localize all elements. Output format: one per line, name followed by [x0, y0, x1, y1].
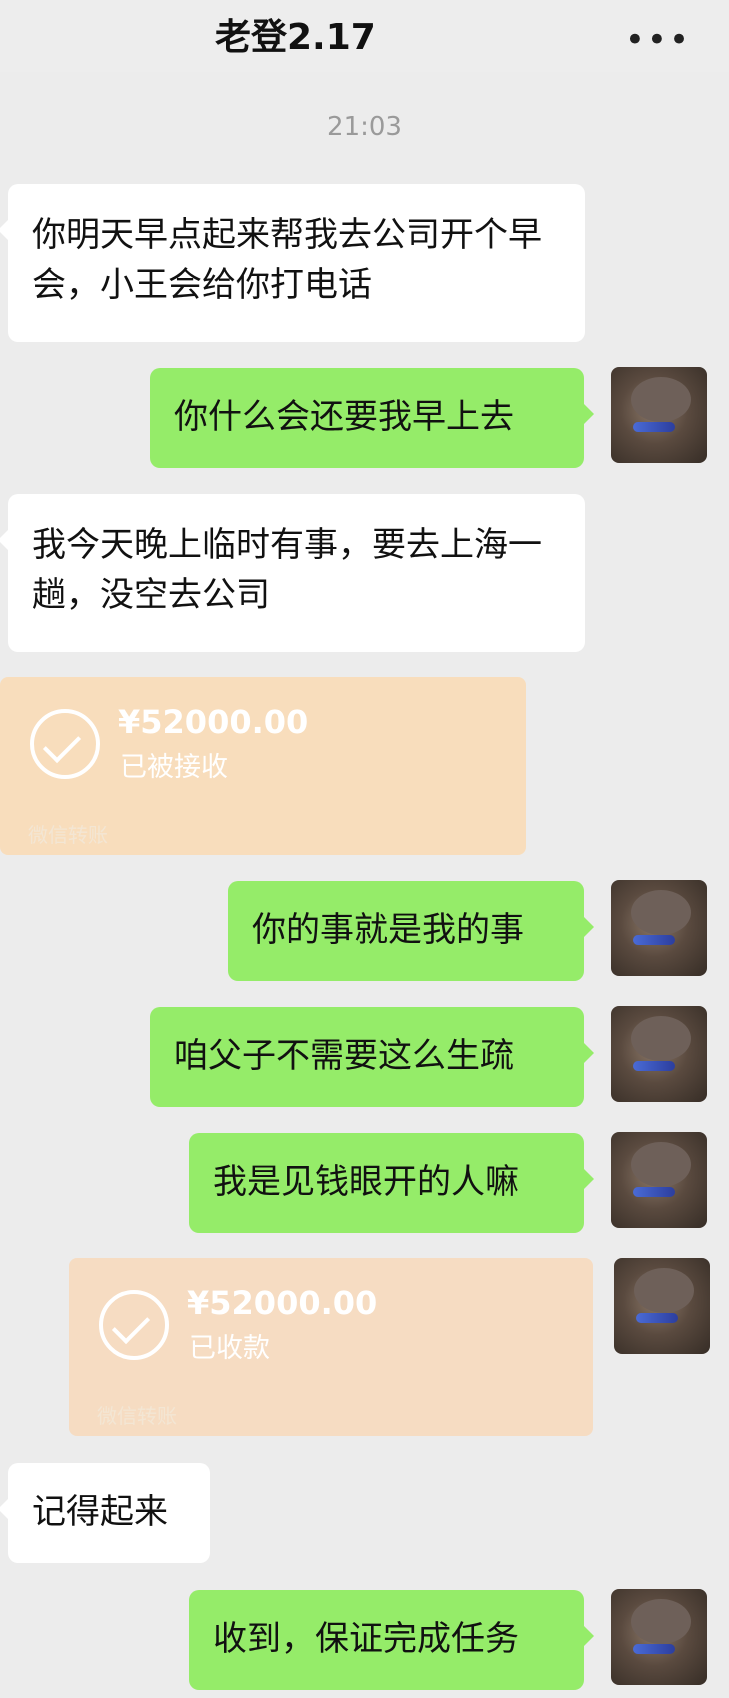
transfer-status: 已收款	[189, 1333, 270, 1364]
message-sent[interactable]: 咱父子不需要这么生疏	[150, 1007, 594, 1107]
message-sent[interactable]: 你什么会还要我早上去	[150, 368, 594, 468]
avatar-hat	[631, 1016, 691, 1061]
avatar-band	[633, 1061, 675, 1071]
chat-header: 老登2.17 •••	[0, 0, 729, 72]
avatar-band	[633, 935, 675, 945]
message-text: 收到，保证完成任务	[213, 1619, 519, 1659]
avatar-hat	[631, 1142, 691, 1187]
message-received[interactable]: 你明天早点起来帮我去公司开个早会，小王会给你打电话	[0, 184, 585, 342]
avatar-hat	[631, 890, 691, 935]
message-sent[interactable]: 我是见钱眼开的人嘛	[189, 1133, 594, 1233]
avatar-band	[633, 1644, 675, 1654]
checkmark	[111, 1305, 151, 1345]
user-avatar[interactable]	[611, 880, 707, 976]
message-text: 你的事就是我的事	[252, 910, 524, 950]
message-text: 我是见钱眼开的人嘛	[213, 1162, 519, 1202]
avatar-hat	[631, 1599, 691, 1644]
check-icon	[30, 709, 100, 779]
user-avatar[interactable]	[611, 1132, 707, 1228]
transfer-label: 微信转账	[28, 823, 108, 847]
more-icon[interactable]: •••	[625, 20, 691, 60]
message-text: 你什么会还要我早上去	[174, 397, 514, 437]
message-text: 咱父子不需要这么生疏	[174, 1036, 514, 1076]
transfer-card[interactable]: ¥52000.00 已被接收 微信转账	[0, 677, 526, 855]
message-sent[interactable]: 收到，保证完成任务	[189, 1590, 594, 1690]
avatar-hat	[631, 377, 691, 422]
user-avatar[interactable]	[611, 1006, 707, 1102]
avatar-band	[636, 1313, 678, 1323]
transfer-amount: ¥52000.00	[118, 703, 309, 741]
user-avatar[interactable]	[611, 1589, 707, 1685]
transfer-status: 已被接收	[120, 752, 228, 783]
message-received[interactable]: 记得起来	[0, 1463, 210, 1563]
chat-title: 老登2.17	[215, 17, 376, 58]
timestamp: 21:03	[327, 112, 402, 142]
message-text: 记得起来	[32, 1492, 168, 1532]
avatar-hat	[634, 1268, 694, 1313]
transfer-label: 微信转账	[97, 1404, 177, 1428]
message-text: 你明天早点起来帮我去公司开个早会，小王会给你打电话	[32, 215, 542, 305]
user-avatar[interactable]	[614, 1258, 710, 1354]
message-received[interactable]: 我今天晚上临时有事，要去上海一趟，没空去公司	[0, 494, 585, 652]
transfer-card[interactable]: ¥52000.00 已收款 微信转账	[69, 1258, 593, 1436]
avatar-band	[633, 1187, 675, 1197]
check-icon	[99, 1290, 169, 1360]
user-avatar[interactable]	[611, 367, 707, 463]
transfer-amount: ¥52000.00	[187, 1284, 378, 1322]
message-sent[interactable]: 你的事就是我的事	[228, 881, 594, 981]
message-text: 我今天晚上临时有事，要去上海一趟，没空去公司	[32, 525, 542, 615]
avatar-band	[633, 422, 675, 432]
checkmark	[42, 724, 82, 764]
